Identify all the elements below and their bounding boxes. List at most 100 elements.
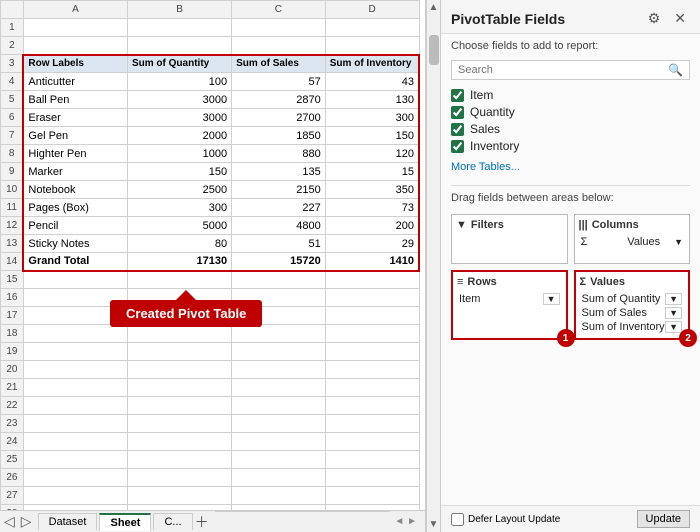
defer-layout-check[interactable]: Defer Layout Update <box>451 513 560 526</box>
field-checkbox-sales[interactable] <box>451 123 464 136</box>
empty-r21-c3 <box>325 379 419 397</box>
nav-right-btn[interactable]: ▷ <box>21 513 32 530</box>
add-sheet-btn[interactable]: ＋ <box>195 512 209 532</box>
empty-r28-c1 <box>127 505 231 511</box>
values-sales-item[interactable]: Sum of Sales ▼ <box>580 306 685 320</box>
columns-area: ||| Columns Σ Values ▼ <box>574 214 691 264</box>
panel-title: PivotTable Fields <box>451 11 565 27</box>
row-header-21: 21 <box>1 379 24 397</box>
row-header-20: 20 <box>1 361 24 379</box>
row-header-19: 19 <box>1 343 24 361</box>
empty-r27-c3 <box>325 487 419 505</box>
pivot-cell-r13-c1: 80 <box>127 235 231 253</box>
search-icon: 🔍 <box>668 63 683 77</box>
row-header-11: 11 <box>1 199 24 217</box>
field-item-inventory[interactable]: Inventory <box>451 139 690 153</box>
more-tables-link[interactable]: More Tables... <box>451 161 690 173</box>
empty-r16-c3 <box>325 289 419 307</box>
field-checkbox-item[interactable] <box>451 89 464 102</box>
sales-dropdown[interactable]: ▼ <box>665 307 682 319</box>
scroll-down-btn[interactable]: ▼ <box>427 517 441 532</box>
pivot-cell-r7-c1: 2000 <box>127 127 231 145</box>
empty-r27-c0 <box>23 487 127 505</box>
row-header-10: 10 <box>1 181 24 199</box>
field-checkbox-inventory[interactable] <box>451 140 464 153</box>
pivot-cell-r8-c3: 120 <box>325 145 419 163</box>
empty-r28-c0 <box>23 505 127 511</box>
empty-r20-c2 <box>232 361 326 379</box>
pivot-cell-r9-c3: 15 <box>325 163 419 181</box>
field-label-quantity: Quantity <box>470 105 515 119</box>
bottom-row: Defer Layout Update Update <box>441 505 700 532</box>
row-header-25: 25 <box>1 451 24 469</box>
scroll-up-btn[interactable]: ▲ <box>427 0 441 15</box>
row-header-14: 14 <box>1 253 24 271</box>
pivot-cell-r12-c0: Pencil <box>23 217 127 235</box>
row-header-28: 28 <box>1 505 24 511</box>
empty-r18-c3 <box>325 325 419 343</box>
empty-r20-c0 <box>23 361 127 379</box>
pivot-cell-r8-c0: Highter Pen <box>23 145 127 163</box>
search-box[interactable]: 🔍 <box>451 60 690 80</box>
vertical-scrollbar[interactable]: ▲ ▼ <box>426 0 440 532</box>
gear-btn[interactable]: ⚙ <box>644 8 665 29</box>
inv-dropdown[interactable]: ▼ <box>665 321 682 333</box>
empty-r1-c1 <box>127 19 231 37</box>
update-button[interactable]: Update <box>637 510 690 528</box>
qty-dropdown[interactable]: ▼ <box>665 293 682 305</box>
defer-checkbox[interactable] <box>451 513 464 526</box>
row-header-12: 12 <box>1 217 24 235</box>
pivot-cell-r10-c1: 2500 <box>127 181 231 199</box>
rows-item-dropdown[interactable]: ▼ <box>543 293 560 305</box>
pivot-cell-r11-c0: Pages (Box) <box>23 199 127 217</box>
field-item-quantity[interactable]: Quantity <box>451 105 690 119</box>
pivot-cell-r9-c1: 150 <box>127 163 231 181</box>
empty-r22-c0 <box>23 397 127 415</box>
pivot-total-col-3: 1410 <box>325 253 419 271</box>
empty-r19-c0 <box>23 343 127 361</box>
corner-cell <box>1 1 24 19</box>
pivot-cell-r7-c3: 150 <box>325 127 419 145</box>
field-item-sales[interactable]: Sales <box>451 122 690 136</box>
pivot-cell-r10-c3: 350 <box>325 181 419 199</box>
col-header-b: B <box>127 1 231 19</box>
nav-left-btn[interactable]: ◁ <box>4 513 15 530</box>
col-values-dropdown-icon[interactable]: ▼ <box>674 237 683 247</box>
pivot-cell-r9-c0: Marker <box>23 163 127 181</box>
pivot-cell-r5-c3: 130 <box>325 91 419 109</box>
row-header-18: 18 <box>1 325 24 343</box>
values-qty-item[interactable]: Sum of Quantity ▼ <box>580 292 685 306</box>
pivot-cell-r11-c1: 300 <box>127 199 231 217</box>
empty-r18-c1 <box>127 325 231 343</box>
empty-r27-c2 <box>232 487 326 505</box>
choose-label: Choose fields to add to report: <box>451 40 690 52</box>
empty-r21-c1 <box>127 379 231 397</box>
field-item-item[interactable]: Item <box>451 88 690 102</box>
empty-r15-c2 <box>232 271 326 289</box>
tab-dataset[interactable]: Dataset <box>38 513 98 530</box>
field-checkbox-quantity[interactable] <box>451 106 464 119</box>
row-header-24: 24 <box>1 433 24 451</box>
pivot-total-col-1: 17130 <box>127 253 231 271</box>
empty-r15-c1 <box>127 271 231 289</box>
areas-grid: ▼ Filters ||| Columns Σ Values ▼ <box>451 214 690 340</box>
empty-r23-c2 <box>232 415 326 433</box>
pivot-cell-r11-c2: 227 <box>232 199 326 217</box>
rows-title: ≡ Rows <box>457 276 562 288</box>
defer-label: Defer Layout Update <box>468 514 560 525</box>
search-input[interactable] <box>458 64 668 76</box>
pivot-cell-r7-c0: Gel Pen <box>23 127 127 145</box>
close-btn[interactable]: ✕ <box>670 8 690 29</box>
scroll-thumb[interactable] <box>429 35 439 65</box>
tab-c[interactable]: C... <box>153 513 192 530</box>
rows-item[interactable]: Item ▼ <box>457 292 562 306</box>
col-header-c: C <box>232 1 326 19</box>
empty-r25-c1 <box>127 451 231 469</box>
values-inv-item[interactable]: Sum of Inventory ▼ <box>580 320 685 334</box>
tab-sheet[interactable]: Sheet <box>99 513 151 531</box>
empty-r1-c0 <box>23 19 127 37</box>
row-header-9: 9 <box>1 163 24 181</box>
empty-r22-c3 <box>325 397 419 415</box>
field-label-item: Item <box>470 88 493 102</box>
sigma2-icon: Σ <box>580 276 587 288</box>
